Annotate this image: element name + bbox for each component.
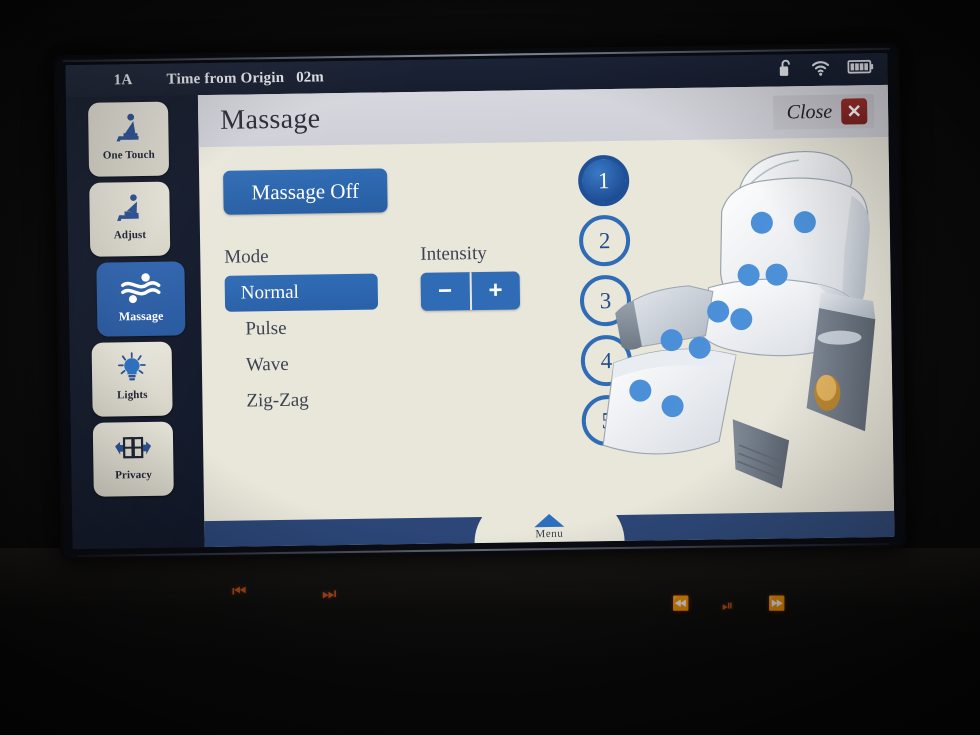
chevron-up-icon [534, 513, 565, 528]
massage-waves-icon [118, 269, 163, 308]
content-panel: Massage Close ✕ Massage Off Mode Normal [197, 84, 895, 548]
bottom-bar: Menu [204, 494, 895, 548]
console-sheen [0, 548, 980, 658]
previous-track-button[interactable]: ⏮ [232, 583, 246, 599]
sidebar-item-lights[interactable]: Lights [91, 341, 173, 417]
fast-forward-button[interactable]: ⏩ [768, 597, 785, 611]
mode-option-wave[interactable]: Wave [226, 345, 407, 384]
battery-icon [847, 59, 874, 79]
page-title: Massage [220, 103, 321, 136]
play-pause-button[interactable]: ⏯ [722, 599, 733, 613]
close-button[interactable]: Close ✕ [773, 94, 875, 130]
seat-recline-icon [112, 189, 147, 228]
time-from-origin-value: 02m [296, 68, 324, 86]
sidebar-item-label: Adjust [113, 228, 147, 242]
sidebar-item-label: Privacy [115, 468, 152, 482]
wifi-icon [810, 58, 830, 81]
mode-option-pulse[interactable]: Pulse [225, 309, 406, 348]
mode-column: Mode Normal Pulse Wave Zig-Zag [224, 244, 407, 420]
rewind-button[interactable]: ⏪ [672, 597, 689, 611]
next-track-button[interactable]: ⏭ [322, 586, 336, 602]
menu-tab-button[interactable]: Menu [473, 494, 625, 544]
close-label: Close [786, 100, 833, 123]
mode-and-intensity-row: Mode Normal Pulse Wave Zig-Zag Intensity… [224, 242, 557, 420]
massage-controls: Massage Off Mode Normal Pulse Wave Zig-Z… [223, 166, 557, 420]
lightbulb-icon [114, 349, 151, 388]
close-icon[interactable]: ✕ [841, 98, 868, 125]
intensity-stepper: − + [420, 271, 521, 311]
sidebar-item-label: Lights [116, 388, 148, 402]
seat-illustration [589, 137, 894, 501]
sidebar-item-label: Massage [118, 308, 164, 324]
sidebar-item-privacy[interactable]: Privacy [92, 421, 174, 497]
seat-upright-icon [111, 109, 146, 148]
padlock-unlocked-icon [778, 58, 793, 82]
mode-label: Mode [224, 246, 269, 268]
privacy-panels-icon [110, 429, 157, 468]
ife-monitor: 1A Time from Origin 02m One Touch Adjust… [56, 45, 904, 559]
sidebar-item-label: One Touch [102, 148, 155, 162]
cabin-background: 1A Time from Origin 02m One Touch Adjust… [0, 0, 980, 735]
sidebar-nav: One Touch Adjust Massage Lights Privacy [65, 95, 205, 550]
mode-option-zigzag[interactable]: Zig-Zag [226, 381, 407, 420]
intensity-column: Intensity − + [420, 242, 522, 416]
status-icons [778, 57, 874, 82]
massage-power-button[interactable]: Massage Off [223, 168, 388, 215]
sidebar-item-adjust[interactable]: Adjust [89, 181, 171, 257]
sidebar-item-one-touch[interactable]: One Touch [88, 101, 170, 177]
intensity-label: Intensity [420, 242, 487, 265]
time-from-origin-label: Time from Origin [166, 69, 285, 88]
sidebar-item-massage[interactable]: Massage [96, 261, 186, 337]
menu-tab-label: Menu [535, 527, 564, 541]
intensity-decrease-button[interactable]: − [421, 272, 470, 311]
seat-number: 1A [113, 71, 133, 88]
intensity-increase-button[interactable]: + [471, 271, 520, 310]
ife-screen: 1A Time from Origin 02m One Touch Adjust… [65, 52, 895, 550]
mode-option-normal[interactable]: Normal [224, 273, 379, 312]
body-area: Massage Off Mode Normal Pulse Wave Zig-Z… [199, 137, 895, 548]
